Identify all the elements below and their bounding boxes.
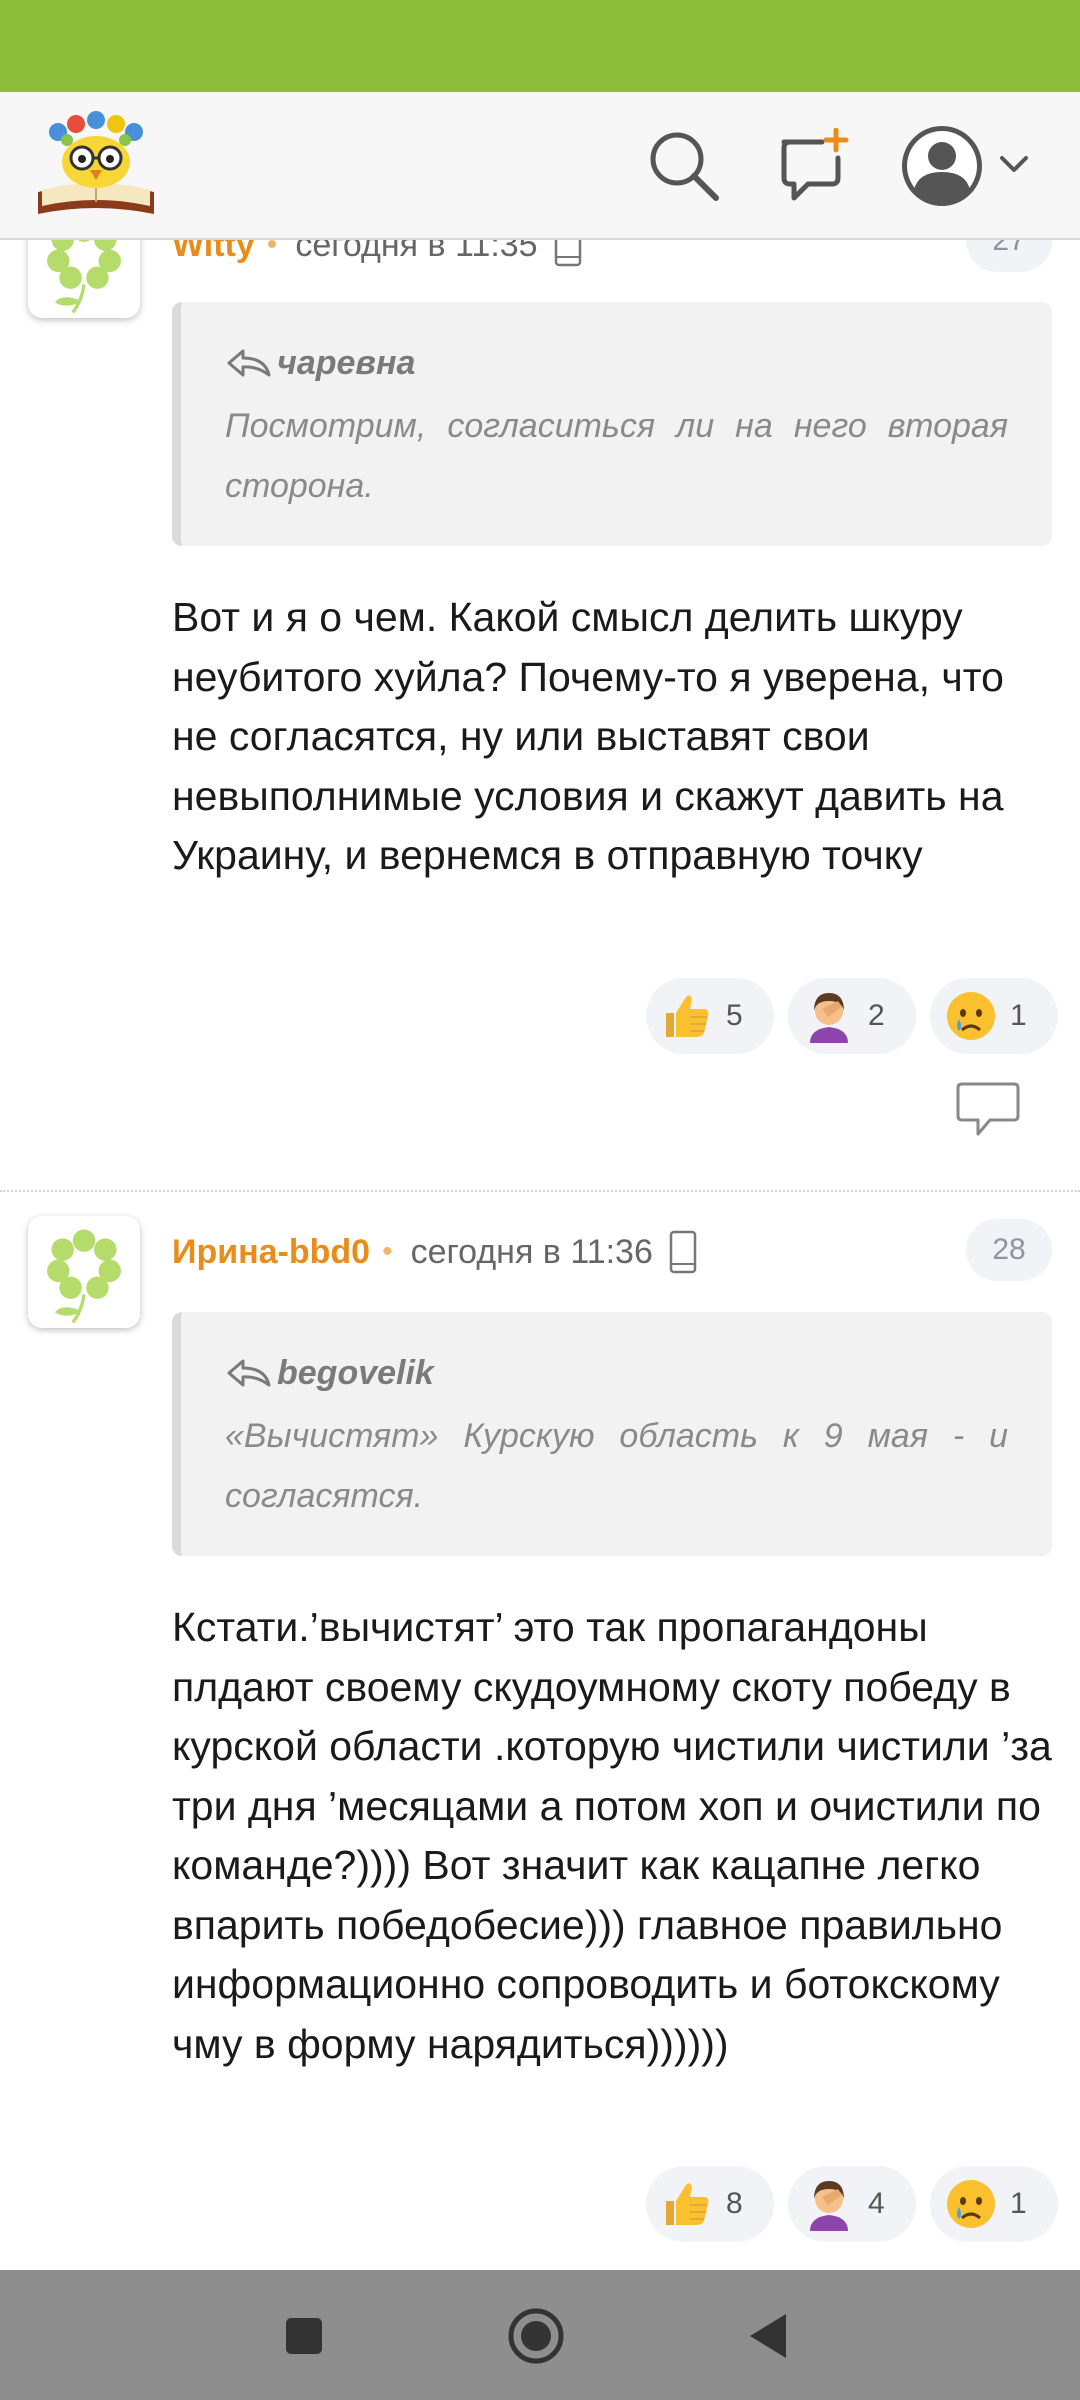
reaction-thumbs-up[interactable]: 8 [646, 2166, 774, 2242]
comment-time: сегодня в 11:36 [410, 1232, 653, 1271]
phone-icon [669, 1230, 697, 1274]
comment-text: Кстати.’вычистят’ это так пропагандоны п… [172, 1604, 1052, 2067]
comment-meta: Witty • сегодня в 11:35 [172, 240, 582, 270]
quote-block: чаревна Посмотрим, согласиться ли на нег… [172, 302, 1052, 546]
separator-dot: • [382, 1235, 393, 1268]
system-nav-bar [0, 2270, 1080, 2400]
thumbs-up-icon [660, 989, 714, 1043]
avatar[interactable] [28, 1216, 140, 1328]
reaction-thumbs-up[interactable]: 5 [646, 978, 774, 1054]
square-recents-icon[interactable] [274, 2306, 334, 2366]
reply-arrow-icon [225, 345, 273, 381]
reaction-count: 1 [1010, 2187, 1027, 2220]
new-post-bubble-icon[interactable] [776, 127, 852, 204]
reply-arrow-icon [225, 1355, 273, 1391]
comments-feed[interactable]: Witty • сегодня в 11:35 27 чаревна Посмо… [0, 240, 1080, 2270]
phone-icon [554, 240, 582, 267]
reaction-count: 4 [868, 2187, 885, 2220]
reaction-facepalm[interactable]: 2 [788, 978, 916, 1054]
reaction-crying[interactable]: 1 [930, 978, 1058, 1054]
reaction-count: 8 [726, 2187, 743, 2220]
reaction-crying[interactable]: 1 [930, 2166, 1058, 2242]
reaction-facepalm[interactable]: 4 [788, 2166, 916, 2242]
owl-book-logo-icon[interactable] [34, 110, 158, 222]
reply-comment-icon[interactable] [956, 1080, 1020, 1140]
reaction-count: 1 [1010, 999, 1027, 1032]
avatar[interactable] [28, 240, 140, 318]
quote-text: «Вычистят» Курскую область к 9 мая - и с… [225, 1417, 1008, 1515]
comment-divider [0, 1190, 1080, 1192]
reactions-bar: 5 2 1 [646, 978, 1058, 1054]
comment-meta: Ирина-bbd0 • сегодня в 11:36 [172, 1227, 697, 1277]
facepalm-icon [802, 989, 856, 1043]
comment-author[interactable]: Ирина-bbd0 [172, 1233, 370, 1272]
comment-text: Вот и я о чем. Какой смысл делить шкуру … [172, 594, 1004, 878]
comment-author[interactable]: Witty [172, 240, 255, 265]
quote-block: begovelik «Вычистят» Курскую область к 9… [172, 1312, 1052, 1556]
reaction-count: 2 [868, 999, 885, 1032]
separator-dot: • [266, 240, 278, 261]
search-icon[interactable] [646, 128, 722, 204]
comment-number-badge[interactable]: 27 [966, 240, 1052, 272]
triangle-back-icon[interactable] [740, 2306, 800, 2366]
reactions-bar: 8 4 1 [646, 2166, 1058, 2242]
crying-face-icon [944, 989, 998, 1043]
status-bar [0, 0, 1080, 92]
facepalm-icon [802, 2177, 856, 2231]
quote-author[interactable]: begovelik [277, 1354, 434, 1393]
profile-menu-button[interactable] [898, 120, 1048, 212]
thumbs-up-icon [660, 2177, 714, 2231]
circle-home-icon[interactable] [506, 2306, 566, 2366]
comment-time: сегодня в 11:35 [295, 240, 538, 264]
quote-text: Посмотрим, согласиться ли на него вторая… [225, 407, 1008, 505]
header [0, 92, 1080, 240]
reaction-count: 5 [726, 999, 743, 1032]
comment-number-badge[interactable]: 28 [966, 1219, 1052, 1281]
crying-face-icon [944, 2177, 998, 2231]
quote-author[interactable]: чаревна [277, 344, 415, 383]
